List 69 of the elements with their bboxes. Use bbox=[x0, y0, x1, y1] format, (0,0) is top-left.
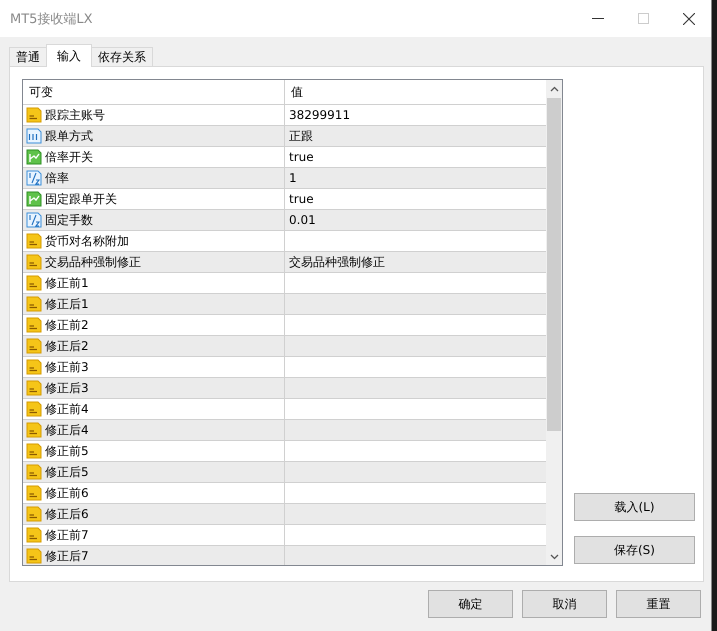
column-header[interactable]: 可变 bbox=[23, 80, 285, 104]
maximize-icon bbox=[638, 13, 649, 24]
scroll-down-icon[interactable] bbox=[550, 554, 558, 560]
parameter-name: 修正前2 bbox=[45, 316, 89, 334]
parameter-name: 交易品种强制修正 bbox=[45, 254, 141, 270]
text-type-icon bbox=[26, 443, 42, 459]
parameter-name: 跟踪主账号 bbox=[45, 106, 105, 124]
parameter-value[interactable]: true bbox=[289, 192, 314, 206]
toggle-type-icon bbox=[26, 149, 42, 165]
dialog-button[interactable]: 重置 bbox=[616, 590, 701, 618]
scroll-up-icon[interactable] bbox=[550, 86, 558, 92]
parameter-value[interactable]: 1 bbox=[289, 171, 297, 185]
text-type-icon bbox=[26, 422, 42, 438]
text-type-icon bbox=[26, 338, 42, 354]
number-type-icon bbox=[26, 128, 42, 144]
parameter-name: 修正后3 bbox=[45, 380, 89, 396]
parameter-name: 修正前7 bbox=[45, 526, 89, 544]
scrollbar-thumb[interactable] bbox=[547, 98, 561, 431]
text-type-icon bbox=[26, 527, 42, 543]
dialog-button[interactable]: 保存(S) bbox=[574, 536, 695, 564]
text-type-icon bbox=[26, 254, 42, 270]
parameter-name: 修正前6 bbox=[45, 484, 89, 502]
text-type-icon bbox=[26, 380, 42, 396]
text-type-icon bbox=[26, 464, 42, 480]
dialog-button[interactable]: 载入(L) bbox=[574, 493, 695, 521]
text-type-icon bbox=[26, 485, 42, 501]
toggle-type-icon bbox=[26, 191, 42, 207]
text-type-icon bbox=[26, 401, 42, 417]
parameter-name: 修正后7 bbox=[45, 548, 89, 564]
parameter-name: 修正前3 bbox=[45, 358, 89, 376]
text-type-icon bbox=[26, 107, 42, 123]
text-type-icon bbox=[26, 275, 42, 291]
parameter-name: 货币对名称附加 bbox=[45, 232, 129, 250]
dialog-button[interactable]: 取消 bbox=[522, 590, 607, 618]
fraction-type-icon bbox=[26, 170, 42, 186]
parameter-name: 修正前4 bbox=[45, 400, 89, 418]
parameter-value[interactable]: 0.01 bbox=[289, 213, 316, 227]
text-type-icon bbox=[26, 233, 42, 249]
parameter-name: 修正后4 bbox=[45, 422, 89, 438]
scrollbar[interactable] bbox=[546, 80, 562, 565]
parameter-value[interactable]: 正跟 bbox=[289, 128, 313, 144]
dialog-button[interactable]: 确定 bbox=[428, 590, 513, 618]
text-type-icon bbox=[26, 317, 42, 333]
parameter-name: 修正后6 bbox=[45, 506, 89, 522]
text-type-icon bbox=[26, 506, 42, 522]
parameter-value[interactable]: true bbox=[289, 150, 314, 164]
minimize-icon[interactable] bbox=[592, 18, 604, 20]
parameter-value[interactable]: 38299911 bbox=[289, 108, 350, 122]
tab[interactable]: 普通 bbox=[9, 47, 47, 66]
text-type-icon bbox=[26, 296, 42, 312]
text-type-icon bbox=[26, 359, 42, 375]
parameter-name: 修正前5 bbox=[45, 442, 89, 460]
parameter-name: 固定手数 bbox=[45, 212, 93, 228]
text-type-icon bbox=[26, 548, 42, 564]
parameter-name: 固定跟单开关 bbox=[45, 190, 117, 208]
parameter-name: 修正后1 bbox=[45, 296, 89, 312]
fraction-type-icon bbox=[26, 212, 42, 228]
parameter-name: 修正后2 bbox=[45, 338, 89, 354]
tab[interactable]: 输入 bbox=[46, 44, 92, 67]
parameter-name: 跟单方式 bbox=[45, 128, 93, 144]
window-title: MT5接收端LX bbox=[10, 10, 93, 28]
tab[interactable]: 依存关系 bbox=[91, 47, 153, 66]
close-icon[interactable] bbox=[683, 12, 695, 24]
parameter-name: 倍率 bbox=[45, 170, 69, 186]
parameter-name: 倍率开关 bbox=[45, 148, 93, 166]
column-header[interactable]: 值 bbox=[285, 80, 546, 104]
parameter-name: 修正后5 bbox=[45, 464, 89, 480]
parameter-name: 修正前1 bbox=[45, 274, 89, 292]
parameter-value[interactable]: 交易品种强制修正 bbox=[289, 254, 385, 270]
